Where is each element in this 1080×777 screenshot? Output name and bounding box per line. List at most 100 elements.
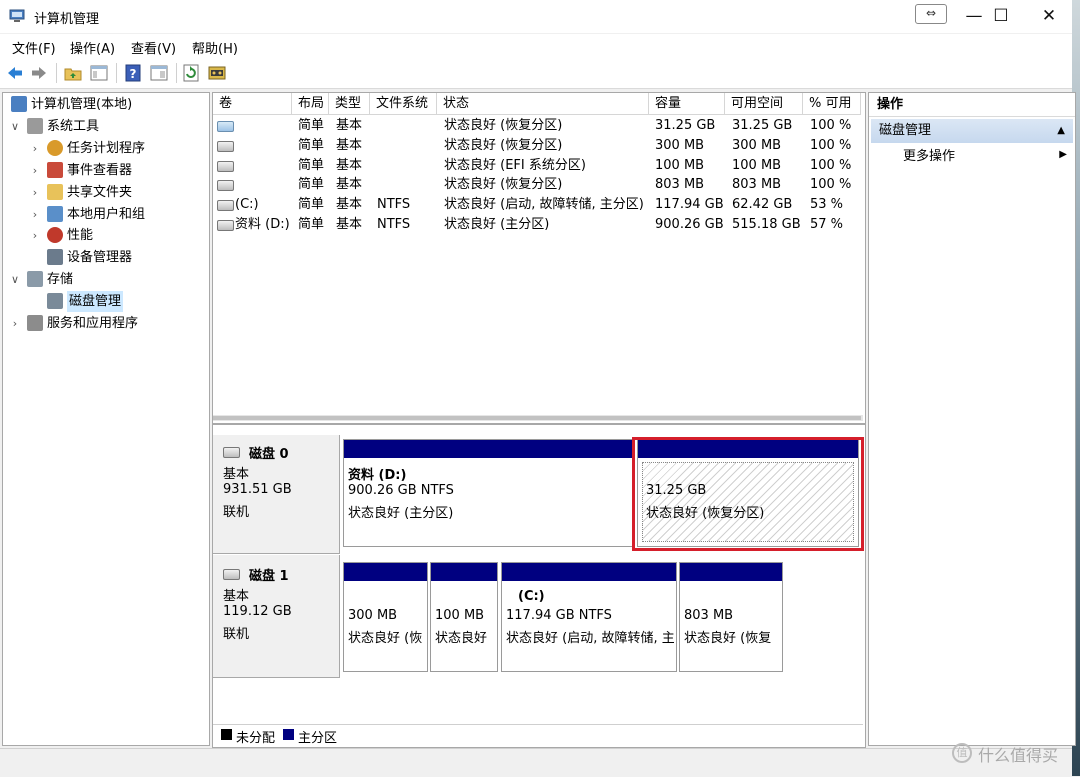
column-header-volume[interactable]: 卷 [213,93,292,115]
partition-size: 117.94 GB NTFS [506,608,612,623]
partition-status: 状态良好 [435,631,488,646]
tree-item-storage[interactable]: ∨ 存储 [3,269,207,290]
maximize-button[interactable]: ☐ [978,0,1024,33]
tree-item-services[interactable]: › 服务和应用程序 [3,313,207,334]
volume-cell: 资料 (D:) [235,217,290,232]
tree-item-clock[interactable]: › 任务计划程序 [3,138,207,159]
show-hide-tree-icon[interactable] [90,64,108,82]
partition-d[interactable]: 资料 (D:) 900.26 GB NTFS 状态良好 (主分区) [343,439,635,547]
properties-icon[interactable] [150,64,168,82]
actions-header: 操作 [869,93,1075,117]
expand-chevron-icon[interactable]: › [9,313,21,334]
tree-item-users[interactable]: › 本地用户和组 [3,204,207,225]
toolbar-separator [116,63,117,83]
hard-disk-icon [223,447,240,458]
expand-chevron-icon[interactable]: › [29,204,41,225]
partition-size: 803 MB [684,608,734,623]
volume-cell: 803 MB [655,177,705,193]
storage-icon [27,271,43,288]
volume-row[interactable]: (C:) 简单 基本 NTFS 状态良好 (启动, 故障转储, 主分区) 117.94 G… [213,195,863,215]
disk-type: 基本 [223,467,250,482]
navigation-tree: 计算机管理(本地) ∨ 系统工具 › 任务计划程序 › 事件查看器 › 共享文件夹 › 本地用户和组… [2,92,210,746]
expand-chevron-icon[interactable]: › [29,225,41,246]
svg-text:?: ? [130,67,137,81]
partition-recovery-300mb[interactable]: 300 MB 状态良好 (恢 [343,562,428,672]
close-button[interactable]: ✕ [1026,0,1072,33]
tools-icon [27,117,43,134]
menu-view[interactable]: 查看(V) [131,38,176,57]
volume-cell: 基本 [336,137,363,153]
tree-item-tools[interactable]: ∨ 系统工具 [3,116,207,137]
computer-icon [11,96,27,112]
volume-row[interactable]: 简单 基本 状态良好 (EFI 系统分区) 100 MB 100 MB 100 % [213,156,863,176]
submenu-arrow-icon[interactable]: ▶ [1059,149,1067,160]
volume-cell: 100 MB [732,157,782,173]
collapse-chevron-icon[interactable]: ∨ [9,116,21,137]
tree-item-computer[interactable]: 计算机管理(本地) [3,94,207,115]
menu-help[interactable]: 帮助(H) [192,38,238,57]
column-header-type[interactable]: 类型 [329,93,370,115]
refresh-icon[interactable] [182,64,200,82]
scrollbar-thumb[interactable] [213,416,861,420]
column-header-capacity[interactable]: 容量 [649,93,725,115]
disk-size: 119.12 GB [223,604,292,619]
forward-arrow-icon[interactable] [30,64,48,82]
volume-cell: 117.94 GB [655,197,724,213]
primary-partition-bar [344,563,427,581]
back-arrow-icon[interactable] [6,64,24,82]
up-folder-icon[interactable] [64,64,82,82]
volume-cell: 57 % [810,217,844,232]
volume-row[interactable]: 资料 (D:) 简单 基本 NTFS 状态良好 (主分区) 900.26 GB 515.18… [213,215,863,235]
collapse-chevron-icon[interactable]: ∨ [9,269,21,290]
primary-partition-bar [431,563,497,581]
column-header-status[interactable]: 状态 [437,93,649,115]
watermark-logo-icon: 值 [952,743,972,763]
actions-section-disk-management[interactable]: 磁盘管理 ▲ [871,119,1073,143]
settings-icon[interactable] [208,64,226,82]
volume-cell: 简单 [298,177,325,193]
collapse-arrow-icon[interactable]: ▲ [1057,119,1065,143]
column-header-layout[interactable]: 布局 [292,93,329,115]
disk-status: 联机 [223,505,250,520]
expand-chevron-icon[interactable]: › [29,160,41,181]
partition-efi-100mb[interactable]: 100 MB 状态良好 [430,562,498,672]
menu-action[interactable]: 操作(A) [70,38,115,57]
more-actions[interactable]: 更多操作 [903,147,955,167]
snap-layout-button[interactable]: ⇔ [915,4,947,24]
expand-chevron-icon[interactable]: › [29,138,41,159]
column-header-free-space[interactable]: 可用空间 [725,93,803,115]
expand-chevron-icon[interactable]: › [29,182,41,203]
volume-cell: 简单 [298,137,325,153]
help-icon[interactable]: ? [124,64,142,82]
tree-item-label: 计算机管理(本地) [31,97,133,112]
volume-row[interactable]: 简单 基本 状态良好 (恢复分区) 803 MB 803 MB 100 % [213,175,863,195]
tree-item-shared-folder[interactable]: › 共享文件夹 [3,182,207,203]
partition-status: 状态良好 (恢 [348,631,423,646]
menu-file[interactable]: 文件(F) [12,38,56,57]
volume-row[interactable]: 简单 基本 状态良好 (恢复分区) 31.25 GB 31.25 GB 100 % [213,116,863,136]
column-header-percent-free[interactable]: % 可用 [803,93,861,115]
tree-item-disk-management[interactable]: 磁盘管理 [3,291,207,313]
volume-row[interactable]: 简单 基本 状态良好 (恢复分区) 300 MB 300 MB 100 % [213,136,863,156]
tree-item-label: 性能 [67,228,94,244]
window-title: 计算机管理 [34,12,100,27]
partition-legend: 未分配 主分区 [213,724,863,747]
volume-cell: 900.26 GB [655,217,724,232]
actions-pane: 操作 磁盘管理 ▲ 更多操作 ▶ [868,92,1076,746]
tree-item-device-manager[interactable]: 设备管理器 [3,247,207,268]
volume-cell: 100 % [810,177,852,193]
partition-c[interactable]: (C:) 117.94 GB NTFS 状态良好 (启动, 故障转储, 主 [501,562,677,672]
column-header-filesystem[interactable]: 文件系统 [370,93,437,115]
watermark-text: 什么值得买 [978,746,1059,765]
volume-cell: 简单 [298,118,325,133]
tree-item-performance[interactable]: › 性能 [3,225,207,246]
disk-0-label[interactable]: 磁盘 0 基本 931.51 GB 联机 [213,435,340,554]
volume-cell: 31.25 GB [732,118,793,133]
volume-cell: 简单 [298,157,325,173]
users-icon [47,205,63,222]
partition-recovery-803mb[interactable]: 803 MB 状态良好 (恢复 [679,562,783,672]
tree-item-event-log[interactable]: › 事件查看器 [3,160,207,181]
primary-partition-bar [502,563,676,581]
disk-1-label[interactable]: 磁盘 1 基本 119.12 GB 联机 [213,555,340,678]
volume-cell: 状态良好 (恢复分区) [444,177,563,193]
